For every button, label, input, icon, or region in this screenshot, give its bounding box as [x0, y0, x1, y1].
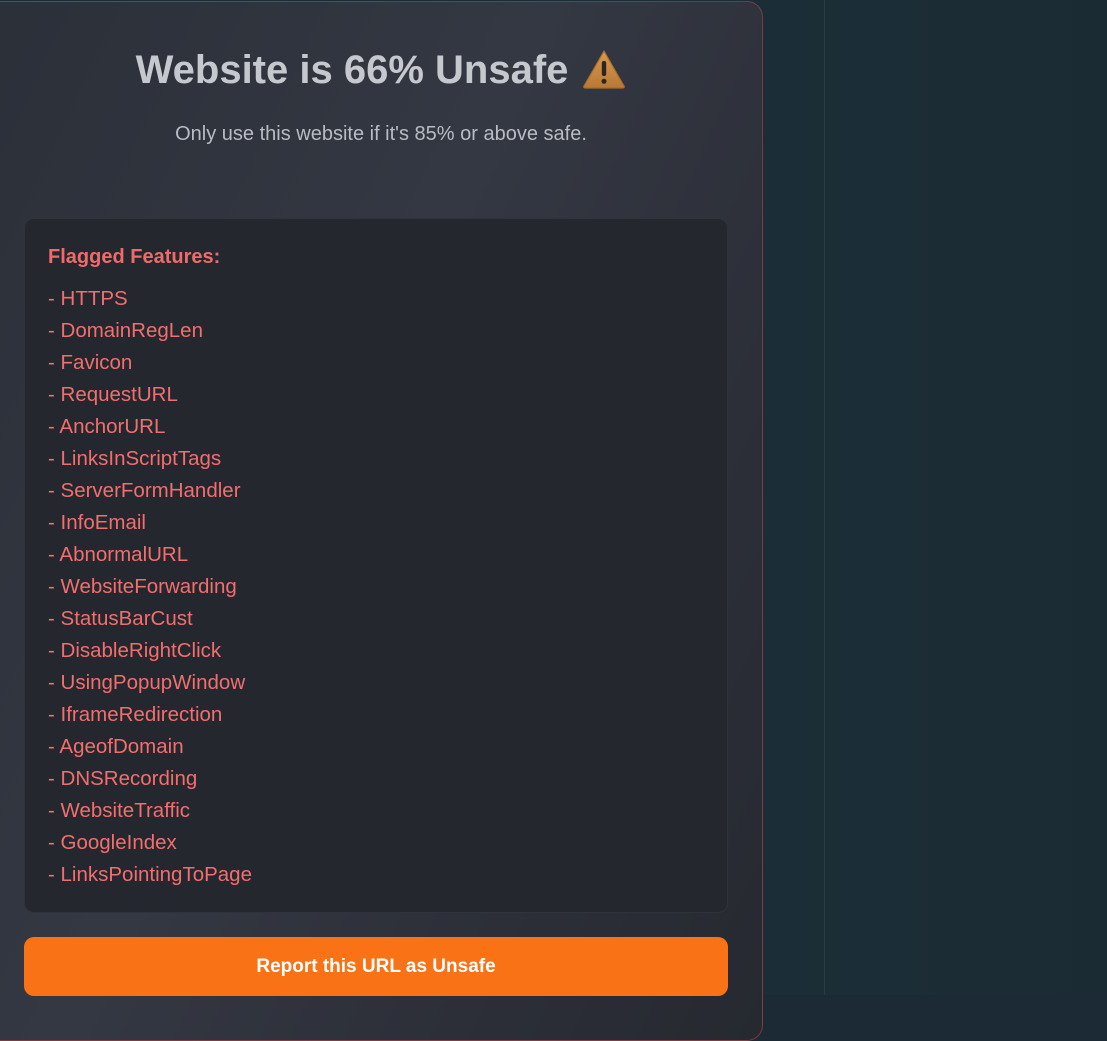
flagged-features-list: - HTTPS - DomainRegLen - Favicon - RequestU… — [48, 283, 252, 891]
flagged-feature-item: - LinksPointingToPage — [48, 863, 252, 886]
safety-advice: Only use this website if it's 85% or abo… — [175, 123, 587, 145]
result-title: Website is 66% Unsafe — [1, 46, 761, 94]
flagged-feature-item: - DNSRecording — [48, 767, 198, 790]
flagged-feature-item: - AgeofDomain — [48, 735, 184, 758]
flagged-feature-item: - Favicon — [48, 351, 133, 374]
warning-icon — [582, 49, 626, 90]
panel-divider — [824, 0, 825, 995]
flagged-feature-item: - RequestURL — [48, 383, 178, 406]
report-unsafe-button[interactable]: Report this URL as Unsafe — [24, 937, 728, 996]
flagged-feature-item: - DisableRightClick — [48, 639, 222, 662]
flagged-feature-item: - GoogleIndex — [48, 831, 177, 854]
flagged-feature-item: - LinksInScriptTags — [48, 447, 222, 470]
flagged-feature-item: - ServerFormHandler — [48, 479, 241, 502]
flagged-features-heading: Flagged Features: — [48, 246, 221, 268]
result-title-text: Website is 66% Unsafe — [135, 48, 569, 92]
flagged-feature-item: - UsingPopupWindow — [48, 671, 246, 694]
flagged-feature-item: - HTTPS — [48, 287, 128, 310]
flagged-feature-item: - StatusBarCust — [48, 607, 193, 630]
flagged-features-panel: Flagged Features: - HTTPS - DomainRegLen -… — [24, 218, 728, 913]
flagged-feature-item: - AnchorURL — [48, 415, 166, 438]
flagged-feature-item: - WebsiteTraffic — [48, 799, 191, 822]
result-card: Website is 66% Unsafe Only use this webs… — [0, 1, 763, 1041]
flagged-feature-item: - WebsiteForwarding — [48, 575, 237, 598]
flagged-feature-item: - AbnormalURL — [48, 543, 189, 566]
flagged-feature-item: - DomainRegLen — [48, 319, 203, 342]
flagged-feature-item: - IframeRedirection — [48, 703, 223, 726]
flagged-feature-item: - InfoEmail — [48, 511, 146, 534]
